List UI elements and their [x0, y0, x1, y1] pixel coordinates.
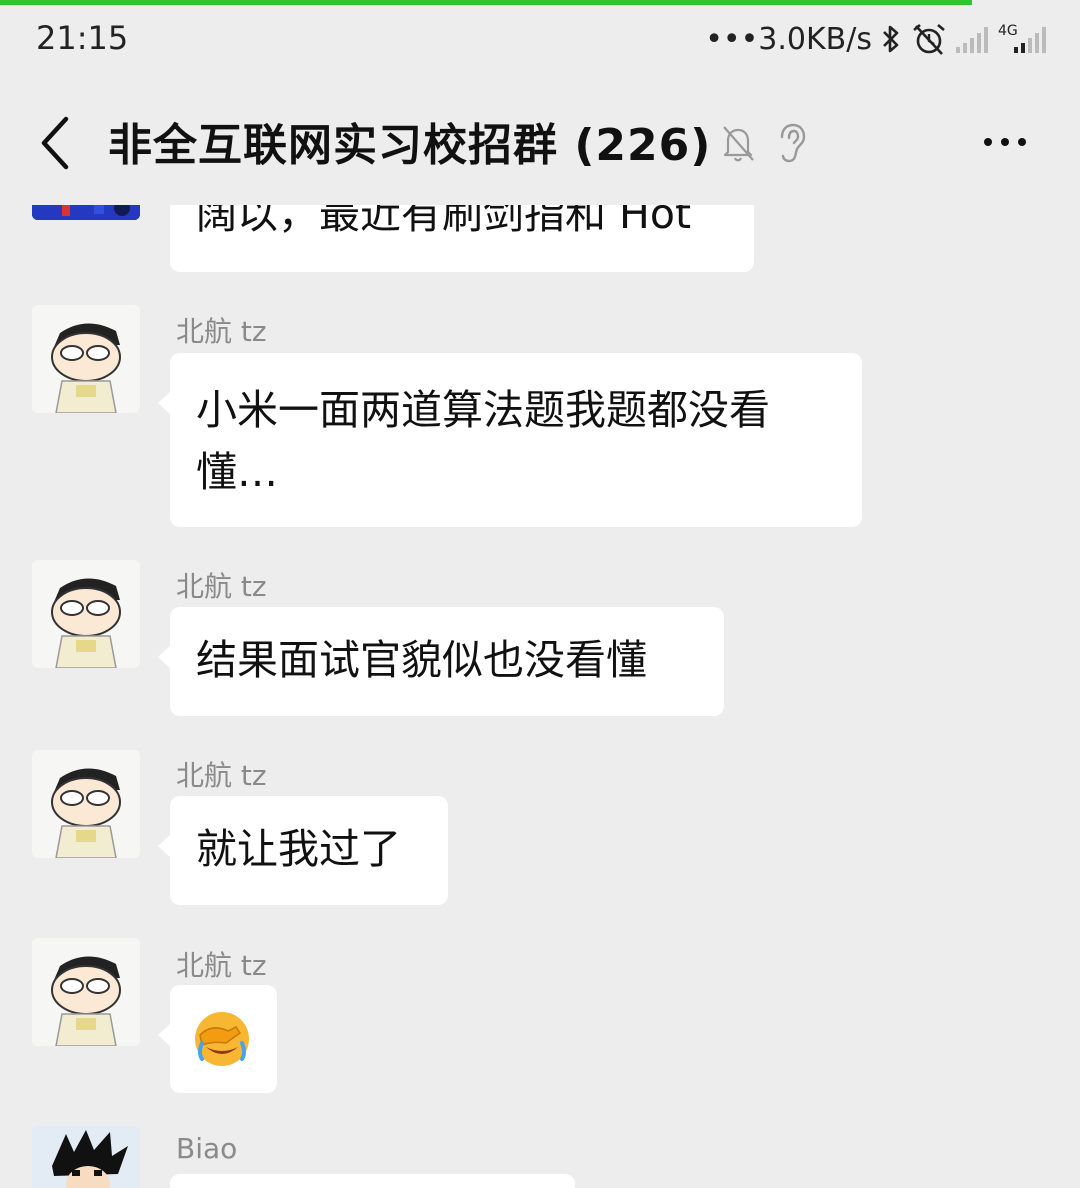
- network-type: 4G: [998, 23, 1018, 39]
- message-text: 结果面试官貌似也没看懂: [196, 636, 647, 684]
- message-bubble[interactable]: [170, 1174, 575, 1188]
- more-dots-icon: [984, 138, 992, 146]
- back-arrow-icon: [41, 116, 69, 170]
- chat-header: 非全互联网实习校招群 (226): [0, 75, 1080, 205]
- cartoon-boy-avatar[interactable]: [32, 305, 140, 413]
- message-bubble[interactable]: [158, 985, 277, 1093]
- message-text-line: 小米一面两道算法题我题都没看: [196, 386, 770, 434]
- status-indicators: •••3.0KB/s 4G: [705, 19, 1046, 59]
- anime-boy-avatar[interactable]: [32, 1126, 140, 1188]
- earpiece-icon: [774, 121, 808, 169]
- message-item: 阔以，最近有刷剑指和 Hot: [0, 205, 1080, 275]
- message-item: 北航 tz 就让我过了: [0, 750, 1080, 920]
- sender-name: Biao: [176, 1132, 238, 1165]
- message-text: 就让我过了: [196, 825, 401, 873]
- message-text: 阔以，最近有刷剑指和 Hot: [196, 205, 692, 238]
- message-item: Biao: [0, 1126, 1080, 1188]
- signal-sim2-icon: 4G: [996, 23, 1046, 53]
- sender-name: 北航 tz: [176, 570, 267, 603]
- sender-name: 北航 tz: [176, 315, 267, 348]
- net-speed: •••3.0KB/s: [705, 21, 872, 57]
- cartoon-boy-avatar[interactable]: [32, 750, 140, 858]
- message-bubble[interactable]: 小米一面两道算法题我题都没看 懂…: [158, 353, 862, 527]
- status-time: 21:15: [36, 19, 129, 57]
- message-bubble[interactable]: 阔以，最近有刷剑指和 Hot: [170, 205, 754, 272]
- sender-name: 北航 tz: [176, 759, 267, 792]
- message-text-line: 懂…: [196, 448, 278, 496]
- bluetooth-icon: [880, 23, 902, 55]
- cartoon-boy-avatar[interactable]: [32, 938, 140, 1046]
- more-options-button[interactable]: [970, 119, 1040, 165]
- sender-name: 北航 tz: [176, 949, 267, 982]
- blue-avatar[interactable]: [32, 205, 140, 220]
- alarm-off-icon: [910, 22, 948, 56]
- facepalm-crying-emoji-icon: [195, 1012, 249, 1066]
- message-bubble[interactable]: 结果面试官貌似也没看懂: [158, 607, 724, 716]
- message-item: 北航 tz 小米一面两道算法题我题都没看 懂…: [0, 300, 1080, 540]
- back-button[interactable]: [30, 111, 80, 175]
- status-bar: 21:15 •••3.0KB/s 4G: [0, 5, 1080, 75]
- mute-bell-icon: [720, 123, 756, 167]
- cartoon-boy-avatar[interactable]: [32, 560, 140, 668]
- signal-sim1-icon: [956, 25, 988, 53]
- message-item: 北航 tz 结果面试官貌似也没看懂: [0, 560, 1080, 730]
- message-bubble[interactable]: 就让我过了: [158, 796, 448, 905]
- chat-title: 非全互联网实习校招群 (226): [108, 120, 712, 171]
- chat-message-list[interactable]: 阔以，最近有刷剑指和 Hot 北航 tz 小米一面两道算法题我题都没看 懂… 北…: [0, 205, 1080, 1188]
- message-item: 北航 tz: [0, 938, 1080, 1108]
